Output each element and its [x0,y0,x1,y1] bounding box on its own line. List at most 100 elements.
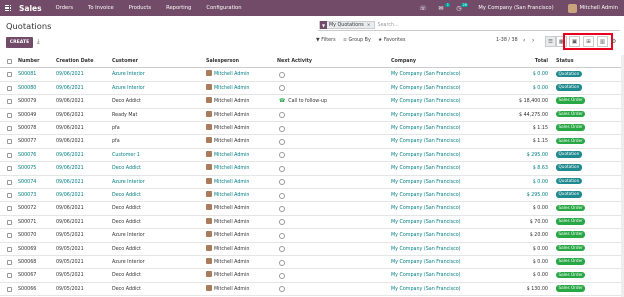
activity-clock-icon[interactable] [279,71,285,78]
menu-reporting[interactable]: Reporting [166,5,191,11]
row-checkbox[interactable] [7,273,12,279]
activity-clock-icon[interactable] [279,85,285,92]
salesperson-avatar [206,217,212,224]
activity-clock-icon[interactable] [279,112,285,119]
activity-clock-icon[interactable] [279,165,285,172]
table-row[interactable]: S00081 09/06/2021 Azure Interior Mitchell A… [0,68,624,82]
facet-label: My Quotations [329,22,364,28]
customer: Azure Interior [112,179,145,185]
activity-clock-icon[interactable] [279,246,285,253]
filters-button[interactable]: ▼ Filters [316,38,336,43]
table-row[interactable]: S00074 09/06/2021 Azure Interior Mitchell A… [0,176,624,189]
table-row[interactable]: S00067 09/05/2021 Deco Addict Mitchell Admi… [0,269,624,283]
activity-clock-icon[interactable] [279,259,285,266]
company: My Company (San Francisco) [391,286,461,292]
row-checkbox[interactable] [7,179,12,185]
menu-to-invoice[interactable]: To Invoice [88,5,114,11]
facet-remove-icon[interactable]: × [367,23,371,28]
chat-icon[interactable]: ✉ 1 [436,2,451,13]
row-checkbox[interactable] [7,233,12,239]
pager-value[interactable]: 1-38 / 38 [496,38,518,43]
header-next-activity[interactable]: Next Activity [277,55,312,68]
list-view-icon[interactable]: ☰ [545,36,556,47]
activity-clock-icon[interactable] [279,286,285,293]
activity-clock-icon[interactable]: ◷ 28 [454,2,469,13]
table-row[interactable]: S00075 09/06/2021 Deco Addict Mitchell Admi… [0,162,624,176]
customer: pfa [112,139,120,145]
app-brand[interactable]: Sales [19,4,42,13]
favorites-button[interactable]: ★ Favorites [378,38,406,43]
row-checkbox[interactable] [7,219,12,225]
table-row[interactable]: S00079 09/06/2021 Deco Addict Mitchell Admi… [0,95,624,109]
table-row[interactable]: S00078 09/06/2021 pfa Mitchell Admin My Comp… [0,122,624,136]
select-all-checkbox[interactable] [7,59,12,64]
groupby-button[interactable]: ≡ Group By [343,38,371,43]
row-checkbox[interactable] [7,112,12,118]
activity-clock-icon[interactable] [279,272,285,279]
salesperson-name: Mitchell Admin [214,179,250,185]
activity-clock-icon[interactable] [279,138,285,145]
row-checkbox[interactable] [7,193,12,198]
download-icon[interactable]: ⤓ [37,38,40,46]
order-number: S00068 [18,260,37,265]
settings-icon[interactable]: ⚙ [611,38,616,45]
pager-next-icon[interactable]: › [532,37,534,44]
header-customer[interactable]: Customer [112,55,138,68]
row-checkbox[interactable] [7,260,12,265]
pager-previous-icon[interactable]: ‹ [523,37,525,44]
header-creation-date[interactable]: Creation Date [56,55,93,68]
user-menu[interactable]: Mitchell Admin [580,5,618,11]
company: My Company (San Francisco) [391,179,461,185]
table-row[interactable]: S00069 09/05/2021 Deco Addict Mitchell Admi… [0,243,624,256]
search-input[interactable]: Search... [378,23,399,28]
activity-clock-icon[interactable] [279,152,285,159]
table-row[interactable]: S00049 09/06/2021 Ready Mat Mitchell Admin M… [0,109,624,122]
table-row[interactable]: S00072 09/06/2021 Deco Addict Mitchell Admi… [0,202,624,216]
row-checkbox[interactable] [7,246,12,252]
navbar-right: ☏ ✉ 1 ◷ 28 My Company (San Francisco) Mitc… [418,0,624,16]
table-row[interactable]: S00073 09/06/2021 Deco Addict Mitchell Admi… [0,189,624,203]
activity-clock-icon[interactable] [279,125,285,132]
header-status[interactable]: Status [556,55,574,68]
table-row[interactable]: S00076 09/06/2021 Customer 1 Mitchell Admin… [0,149,624,163]
search-bar[interactable]: ▼ My Quotations × Search... [318,20,620,31]
activity-clock-icon[interactable] [279,205,285,212]
user-avatar[interactable] [567,3,577,13]
row-checkbox[interactable] [7,166,12,172]
create-button[interactable]: CREATE [6,37,33,48]
company: My Company (San Francisco) [391,166,461,172]
activity-clock-icon[interactable] [279,232,285,239]
row-checkbox[interactable] [7,206,12,212]
table-row[interactable]: S00068 09/05/2021 Azure Interior Mitchell A… [0,256,624,270]
table-row[interactable]: S00066 09/05/2021 Deco Addict Mitchell Admi… [0,283,624,297]
header-number[interactable]: Number [18,55,39,68]
status-badge: Quotation [556,151,582,158]
header-total[interactable]: Total [498,55,548,68]
menu-products[interactable]: Products [129,5,151,11]
table-row[interactable]: S00077 09/06/2021 pfa Mitchell Admin My Comp… [0,135,624,149]
row-checkbox[interactable] [7,139,12,145]
row-checkbox[interactable] [7,99,12,105]
row-checkbox[interactable] [7,72,12,78]
table-row[interactable]: S00070 09/05/2021 Azure Interior Mitchell A… [0,229,624,243]
apps-menu-icon[interactable] [5,4,12,12]
customer: Azure Interior [112,260,145,265]
phone-icon[interactable]: ☏ [418,4,427,13]
row-checkbox[interactable] [7,286,12,292]
next-activity[interactable]: ☎ Call to follow-up [279,95,327,108]
customer: Azure Interior [112,233,145,239]
menu-orders[interactable]: Orders [56,5,73,11]
table-row[interactable]: S00071 09/06/2021 Deco Addict Mitchell Admi… [0,216,624,230]
header-company[interactable]: Company [391,55,416,68]
row-checkbox[interactable] [7,152,12,158]
activity-clock-icon[interactable] [279,179,285,186]
row-checkbox[interactable] [7,126,12,131]
order-number: S00075 [18,166,37,172]
company-switcher[interactable]: My Company (San Francisco) [478,5,553,11]
row-checkbox[interactable] [7,85,12,91]
table-row[interactable]: S00080 09/06/2021 Azure Interior Mitchell A… [0,82,624,96]
activity-clock-icon[interactable] [279,219,285,226]
header-salesperson[interactable]: Salesperson [206,55,239,68]
activity-clock-icon[interactable] [279,192,285,199]
menu-configuration[interactable]: Configuration [206,5,241,11]
